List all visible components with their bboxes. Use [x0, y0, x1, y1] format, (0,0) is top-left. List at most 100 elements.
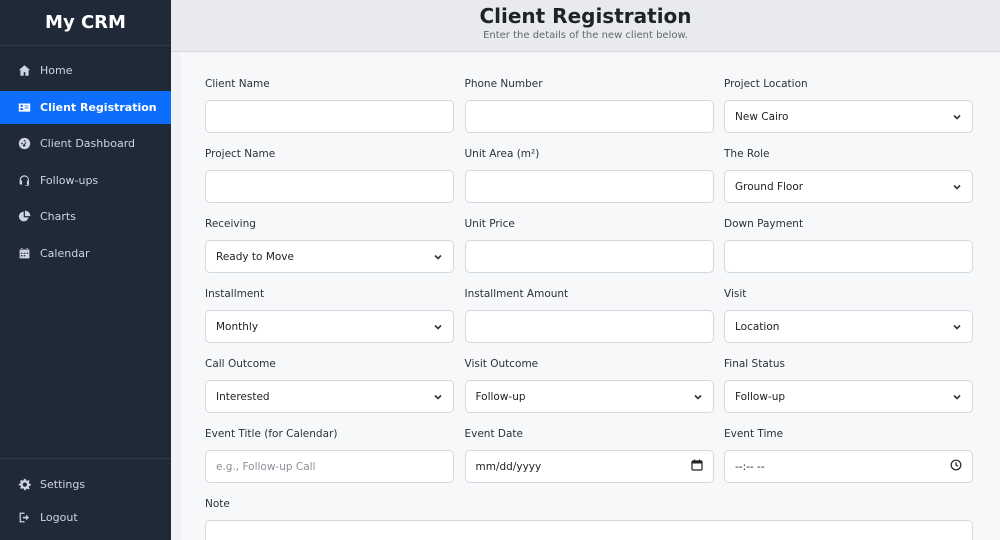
phone-number-field-group: Phone Number [464, 77, 714, 147]
installment-amount-input[interactable] [464, 310, 714, 343]
event-time-field-group: Event Time --:-- -- [724, 427, 973, 497]
field-label: Event Time [724, 428, 784, 440]
down-payment-input[interactable] [724, 240, 973, 273]
field-label: Final Status [724, 358, 785, 370]
sidebar-item-settings[interactable]: Settings [0, 469, 171, 499]
gear-icon [17, 477, 31, 491]
final-status-select[interactable]: Follow-up [724, 380, 973, 413]
project-name-input[interactable] [205, 170, 454, 203]
sidebar-item-label: Client Registration [40, 100, 157, 114]
calendar-picker-icon[interactable] [690, 459, 703, 474]
sidebar-item-label: Home [40, 64, 73, 77]
sidebar-item-home[interactable]: Home [0, 54, 171, 87]
field-label: Client Name [205, 78, 270, 90]
logout-icon [17, 510, 31, 524]
the-role-select[interactable]: Ground Floor [724, 170, 973, 203]
chevron-down-icon [433, 252, 443, 262]
selected-value: Ground Floor [735, 180, 804, 193]
chevron-down-icon [952, 182, 962, 192]
selected-value: Location [735, 320, 780, 333]
sidebar-item-client-registration[interactable]: Client Registration [0, 90, 171, 124]
page-header: Client Registration Enter the details of… [171, 0, 1000, 52]
dashboard-icon [17, 137, 31, 151]
sidebar-item-label: Settings [40, 477, 86, 491]
field-label: Visit Outcome [464, 358, 539, 370]
selected-value: Follow-up [475, 390, 526, 403]
installment-amount-field-group: Installment Amount [464, 287, 714, 357]
client-registration-form: Client Name Phone Number Project Location N… [205, 77, 973, 540]
field-label: Project Name [205, 148, 276, 160]
main-content: Client Name Phone Number Project Location N… [181, 53, 1000, 540]
field-label: Phone Number [464, 78, 543, 90]
page-title: Client Registration [479, 4, 692, 28]
down-payment-field-group: Down Payment [724, 217, 973, 287]
pie-chart-icon [17, 210, 31, 224]
selected-value: Ready to Move [216, 250, 294, 263]
headset-icon [17, 173, 31, 187]
field-label: The Role [724, 148, 770, 160]
event-title-for-calendar-field-group: Event Title (for Calendar) e.g., Follow-u… [205, 427, 454, 497]
sidebar-item-label: Logout [40, 510, 78, 524]
id-card-icon [17, 100, 31, 114]
sidebar: My CRM Home Client Registration Client D… [0, 0, 171, 540]
page-subtitle: Enter the details of the new client belo… [483, 30, 688, 41]
project-location-select[interactable]: New Cairo [724, 100, 973, 133]
field-label: Installment Amount [464, 288, 569, 300]
project-name-field-group: Project Name [205, 147, 454, 217]
chevron-down-icon [952, 112, 962, 122]
receiving-field-group: Receiving Ready to Move [205, 217, 454, 287]
placeholder-text: mm/dd/yyyy [475, 460, 542, 473]
unit-price-field-group: Unit Price [464, 217, 714, 287]
unit-price-input[interactable] [464, 240, 714, 273]
event-date-date-input[interactable]: mm/dd/yyyy [464, 450, 714, 483]
field-label: Event Title (for Calendar) [205, 428, 338, 440]
project-location-field-group: Project Location New Cairo [724, 77, 973, 147]
note-textarea[interactable] [205, 520, 973, 540]
installment-select[interactable]: Monthly [205, 310, 454, 343]
home-icon [17, 64, 31, 78]
receiving-select[interactable]: Ready to Move [205, 240, 454, 273]
clock-icon[interactable] [950, 459, 962, 474]
sidebar-item-calendar[interactable]: Calendar [0, 237, 171, 270]
selected-value: Monthly [216, 320, 259, 333]
visit-select[interactable]: Location [724, 310, 973, 343]
field-label: Project Location [724, 78, 808, 90]
sidebar-nav: Home Client Registration Client Dashboar… [0, 46, 171, 270]
call-outcome-select[interactable]: Interested [205, 380, 454, 413]
field-label: Down Payment [724, 218, 804, 230]
placeholder-text: --:-- -- [735, 460, 765, 473]
field-label: Installment [205, 288, 265, 300]
sidebar-item-logout[interactable]: Logout [0, 502, 171, 532]
sidebar-item-client-dashboard[interactable]: Client Dashboard [0, 127, 171, 160]
chevron-down-icon [952, 322, 962, 332]
sidebar-bottom-nav: Settings Logout [0, 458, 171, 535]
visit-outcome-field-group: Visit Outcome Follow-up [464, 357, 714, 427]
sidebar-item-label: Charts [40, 210, 76, 223]
chevron-down-icon [433, 322, 443, 332]
selected-value: Follow-up [735, 390, 786, 403]
event-time-time-input[interactable]: --:-- -- [724, 450, 973, 483]
call-outcome-field-group: Call Outcome Interested [205, 357, 454, 427]
event-date-field-group: Event Date mm/dd/yyyy [464, 427, 714, 497]
calendar-icon [17, 246, 31, 260]
app-brand[interactable]: My CRM [0, 0, 171, 46]
chevron-down-icon [433, 392, 443, 402]
visit-field-group: Visit Location [724, 287, 973, 357]
event-title-for-calendar-input[interactable]: e.g., Follow-up Call [205, 450, 454, 483]
unit-area-m-input[interactable] [464, 170, 714, 203]
sidebar-item-charts[interactable]: Charts [0, 200, 171, 233]
field-label: Unit Area (m²) [464, 148, 540, 160]
sidebar-item-label: Client Dashboard [40, 137, 136, 150]
client-name-input[interactable] [205, 100, 454, 133]
chevron-down-icon [693, 392, 703, 402]
installment-field-group: Installment Monthly [205, 287, 454, 357]
sidebar-item-follow-ups[interactable]: Follow-ups [0, 164, 171, 197]
placeholder-text: e.g., Follow-up Call [216, 460, 316, 473]
unit-area-m-field-group: Unit Area (m²) [464, 147, 714, 217]
field-label: Event Date [464, 428, 524, 440]
visit-outcome-select[interactable]: Follow-up [464, 380, 714, 413]
chevron-down-icon [952, 392, 962, 402]
selected-value: Interested [216, 390, 270, 403]
phone-number-input[interactable] [464, 100, 714, 133]
form-grid: Client Name Phone Number Project Location N… [205, 77, 973, 497]
